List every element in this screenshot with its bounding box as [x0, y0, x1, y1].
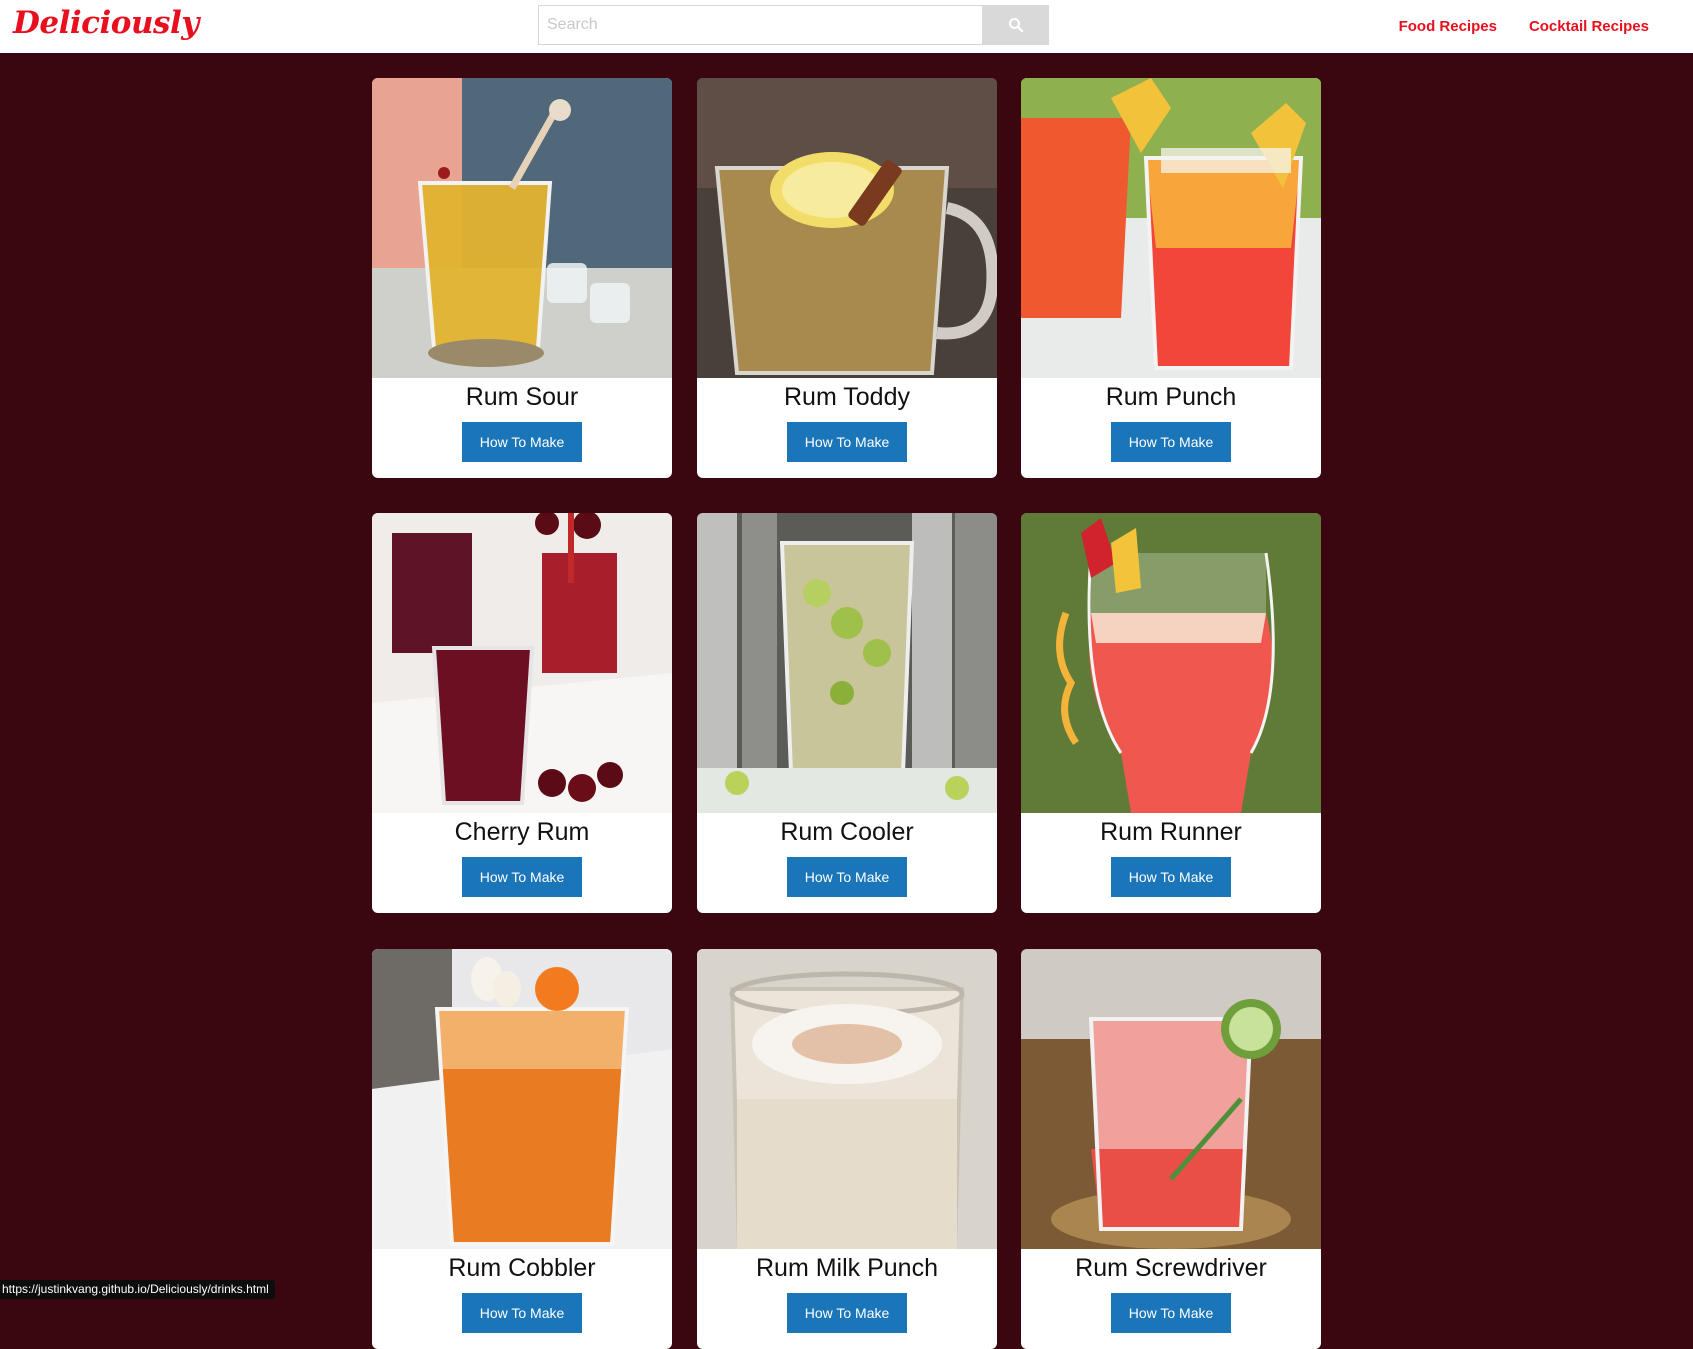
- drink-photo[interactable]: [697, 78, 997, 378]
- how-to-make-button[interactable]: How To Make: [787, 1293, 907, 1333]
- how-to-make-button[interactable]: How To Make: [462, 422, 582, 462]
- how-to-make-button[interactable]: How To Make: [787, 422, 907, 462]
- nav-link-cocktail-recipes[interactable]: Cocktail Recipes: [1529, 18, 1649, 35]
- card-title: Cherry Rum: [372, 813, 672, 851]
- drink-photo[interactable]: [1021, 78, 1321, 378]
- drink-photo[interactable]: [697, 949, 997, 1249]
- card-title: Rum Runner: [1021, 813, 1321, 851]
- drink-photo[interactable]: [372, 949, 672, 1249]
- search-input[interactable]: [538, 5, 982, 45]
- search-bar: [538, 5, 1049, 45]
- brand-logo[interactable]: Deliciously: [13, 5, 199, 41]
- recipe-card: Rum Screwdriver How To Make: [1021, 949, 1321, 1349]
- search-button[interactable]: [982, 5, 1049, 45]
- search-icon: [1008, 17, 1024, 33]
- card-title: Rum Milk Punch: [697, 1249, 997, 1287]
- nav-links: Food Recipes Cocktail Recipes: [1399, 18, 1649, 35]
- recipe-card: Rum Punch How To Make: [1021, 78, 1321, 478]
- recipe-card: Rum Runner How To Make: [1021, 513, 1321, 913]
- drink-photo[interactable]: [1021, 513, 1321, 813]
- card-title: Rum Cooler: [697, 813, 997, 851]
- recipe-card: Rum Milk Punch How To Make: [697, 949, 997, 1349]
- how-to-make-button[interactable]: How To Make: [1111, 857, 1231, 897]
- card-title: Rum Punch: [1021, 378, 1321, 416]
- card-title: Rum Cobbler: [372, 1249, 672, 1287]
- nav-link-food-recipes[interactable]: Food Recipes: [1399, 18, 1497, 35]
- recipe-card: Rum Toddy How To Make: [697, 78, 997, 478]
- card-title: Rum Screwdriver: [1021, 1249, 1321, 1287]
- card-title: Rum Sour: [372, 378, 672, 416]
- recipe-card: Cherry Rum How To Make: [372, 513, 672, 913]
- drink-photo[interactable]: [1021, 949, 1321, 1249]
- drink-photo[interactable]: [372, 513, 672, 813]
- how-to-make-button[interactable]: How To Make: [462, 857, 582, 897]
- drink-photo[interactable]: [372, 78, 672, 378]
- card-title: Rum Toddy: [697, 378, 997, 416]
- recipe-card: Rum Cooler How To Make: [697, 513, 997, 913]
- recipe-card: Rum Sour How To Make: [372, 78, 672, 478]
- navbar: Deliciously Food Recipes Cocktail Recipe…: [0, 0, 1693, 53]
- how-to-make-button[interactable]: How To Make: [1111, 1293, 1231, 1333]
- how-to-make-button[interactable]: How To Make: [787, 857, 907, 897]
- how-to-make-button[interactable]: How To Make: [462, 1293, 582, 1333]
- how-to-make-button[interactable]: How To Make: [1111, 422, 1231, 462]
- recipe-card: Rum Cobbler How To Make: [372, 949, 672, 1349]
- drink-photo[interactable]: [697, 513, 997, 813]
- status-bar-url: https://justinkvang.github.io/Deliciousl…: [0, 1280, 275, 1299]
